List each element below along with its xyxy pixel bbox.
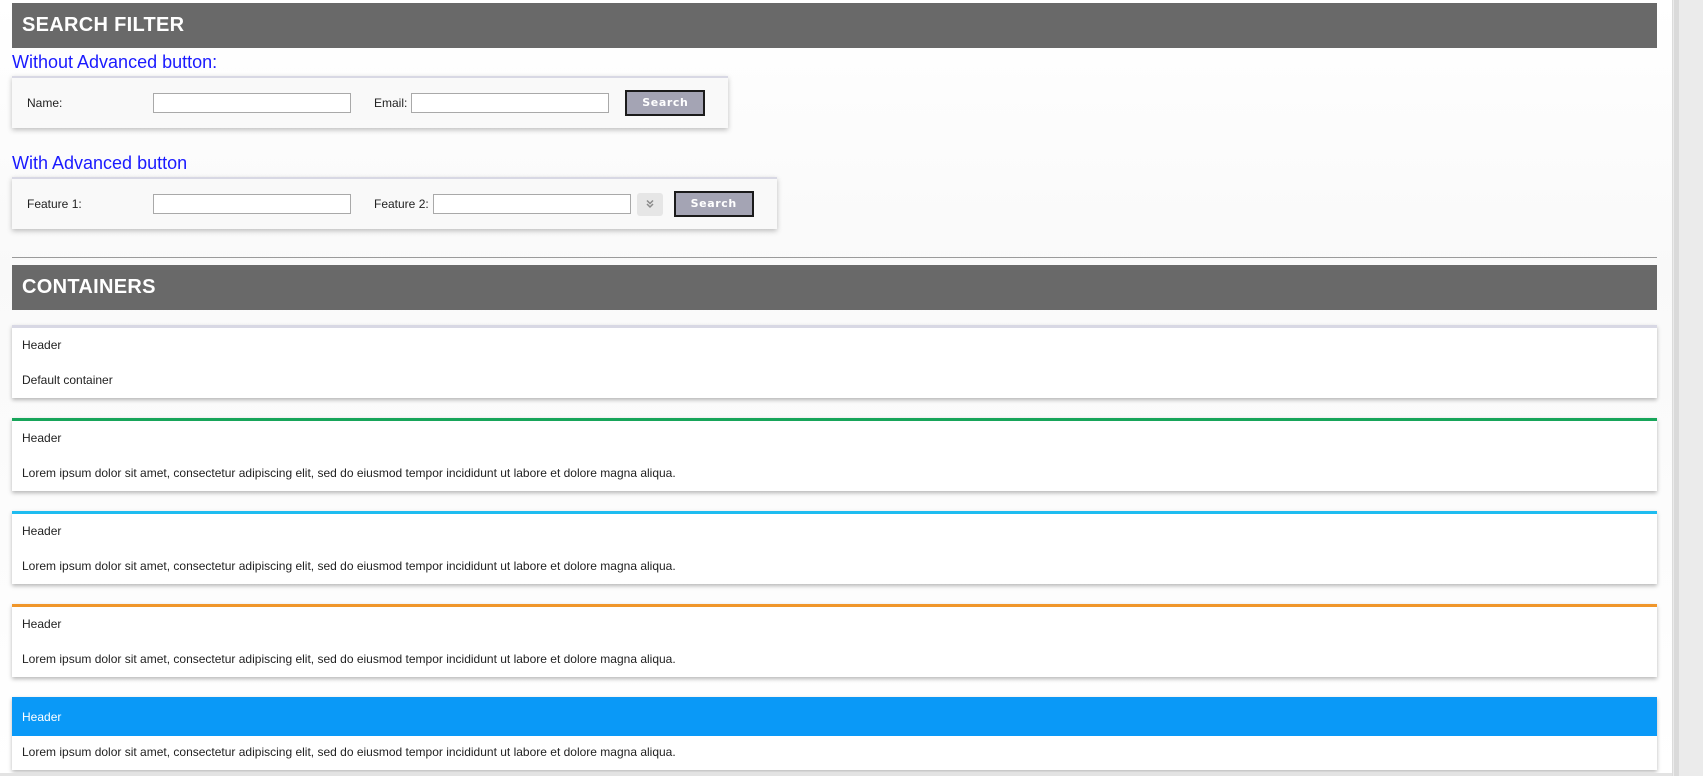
vertical-scrollbar-thumb[interactable]: [1674, 0, 1679, 776]
search-filter-advanced: Feature 1: Feature 2: Search: [12, 177, 777, 229]
email-input[interactable]: [411, 93, 610, 113]
name-label: Name:: [27, 96, 63, 110]
container-body: Lorem ipsum dolor sit amet, consectetur …: [22, 652, 676, 666]
cyan-container: Header Lorem ipsum dolor sit amet, conse…: [12, 511, 1657, 584]
with-advanced-subtitle: With Advanced button: [12, 153, 188, 173]
container-body: Lorem ipsum dolor sit amet, consectetur …: [22, 745, 676, 759]
section-divider: [12, 257, 1657, 258]
container-body: Lorem ipsum dolor sit amet, consectetur …: [22, 466, 676, 480]
email-label: Email:: [374, 96, 408, 110]
double-chevron-down-icon: [646, 199, 654, 209]
default-container: Header Default container: [12, 325, 1657, 398]
blue-header-container: Header Lorem ipsum dolor sit amet, conse…: [12, 697, 1657, 770]
container-header: Header: [22, 710, 62, 724]
advanced-toggle-button[interactable]: [636, 192, 663, 216]
search-filter-section-header: SEARCH FILTER: [12, 3, 1657, 48]
feature1-input[interactable]: [153, 194, 351, 214]
container-header-bar: [12, 700, 1657, 736]
without-advanced-subtitle: Without Advanced button:: [12, 52, 218, 72]
search-filter-basic: Name: Email: Search: [12, 76, 729, 128]
container-body: Default container: [22, 373, 113, 387]
container-header: Header: [22, 617, 62, 631]
page-viewport: SEARCH FILTER Without Advanced button: N…: [0, 0, 1672, 776]
container-header: Header: [22, 431, 62, 445]
feature1-label: Feature 1:: [27, 197, 82, 211]
orange-container: Header Lorem ipsum dolor sit amet, conse…: [12, 604, 1657, 677]
green-container: Header Lorem ipsum dolor sit amet, conse…: [12, 418, 1657, 491]
container-body: Lorem ipsum dolor sit amet, consectetur …: [22, 559, 676, 573]
feature2-input[interactable]: [432, 194, 631, 214]
advanced-search-button[interactable]: Search: [673, 191, 754, 217]
page-content: SEARCH FILTER Without Advanced button: N…: [12, 3, 1657, 776]
container-header: Header: [22, 524, 62, 538]
search-button[interactable]: Search: [625, 90, 706, 116]
container-header: Header: [22, 338, 62, 352]
feature2-label: Feature 2:: [374, 197, 429, 211]
name-input[interactable]: [153, 93, 351, 113]
containers-section-header: CONTAINERS: [12, 265, 1657, 310]
